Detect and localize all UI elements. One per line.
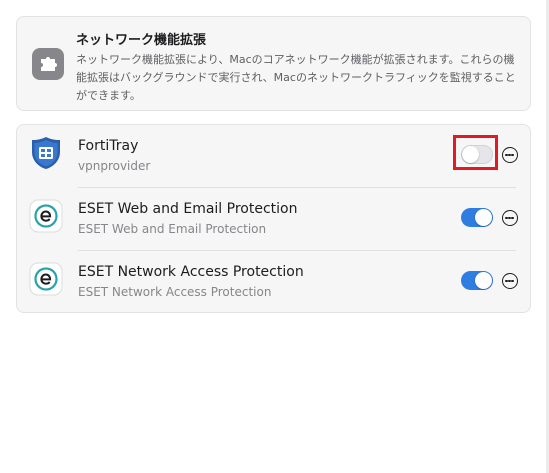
fortitray-toggle[interactable]	[461, 145, 493, 164]
extension-row-eset-network-access: ESET Network Access Protection ESET Netw…	[17, 251, 530, 314]
extension-subtitle: ESET Web and Email Protection	[78, 222, 267, 236]
eset-web-email-toggle[interactable]	[461, 208, 493, 227]
extension-puzzle-icon	[32, 48, 64, 80]
extension-name: ESET Network Access Protection	[78, 264, 304, 280]
header-description: ネットワーク機能拡張により、Macのコアネットワーク機能が拡張されます。これらの…	[76, 53, 516, 102]
more-options-icon[interactable]	[502, 273, 518, 289]
header-title: ネットワーク機能拡張	[76, 33, 207, 48]
extension-name: ESET Web and Email Protection	[78, 201, 298, 217]
toggle-knob	[462, 146, 479, 163]
more-options-icon[interactable]	[502, 147, 518, 163]
eset-icon	[29, 199, 63, 233]
more-options-icon[interactable]	[502, 210, 518, 226]
toggle-knob	[475, 272, 492, 289]
extension-name: FortiTray	[78, 138, 139, 154]
eset-icon	[29, 262, 63, 296]
toggle-knob	[475, 209, 492, 226]
fortinet-shield-icon	[29, 136, 63, 170]
network-extensions-header: ネットワーク機能拡張 ネットワーク機能拡張により、Macのコアネットワーク機能が…	[16, 16, 531, 111]
extension-subtitle: vpnprovider	[78, 159, 151, 173]
extension-row-fortitray: FortiTray vpnprovider	[17, 125, 530, 188]
network-extensions-pane: ネットワーク機能拡張 ネットワーク機能拡張により、Macのコアネットワーク機能が…	[0, 0, 549, 473]
eset-network-access-toggle[interactable]	[461, 271, 493, 290]
extension-subtitle: ESET Network Access Protection	[78, 285, 272, 299]
extension-list: FortiTray vpnprovider ESET Web and Email…	[16, 124, 531, 313]
extension-row-eset-web-email: ESET Web and Email Protection ESET Web a…	[17, 188, 530, 251]
